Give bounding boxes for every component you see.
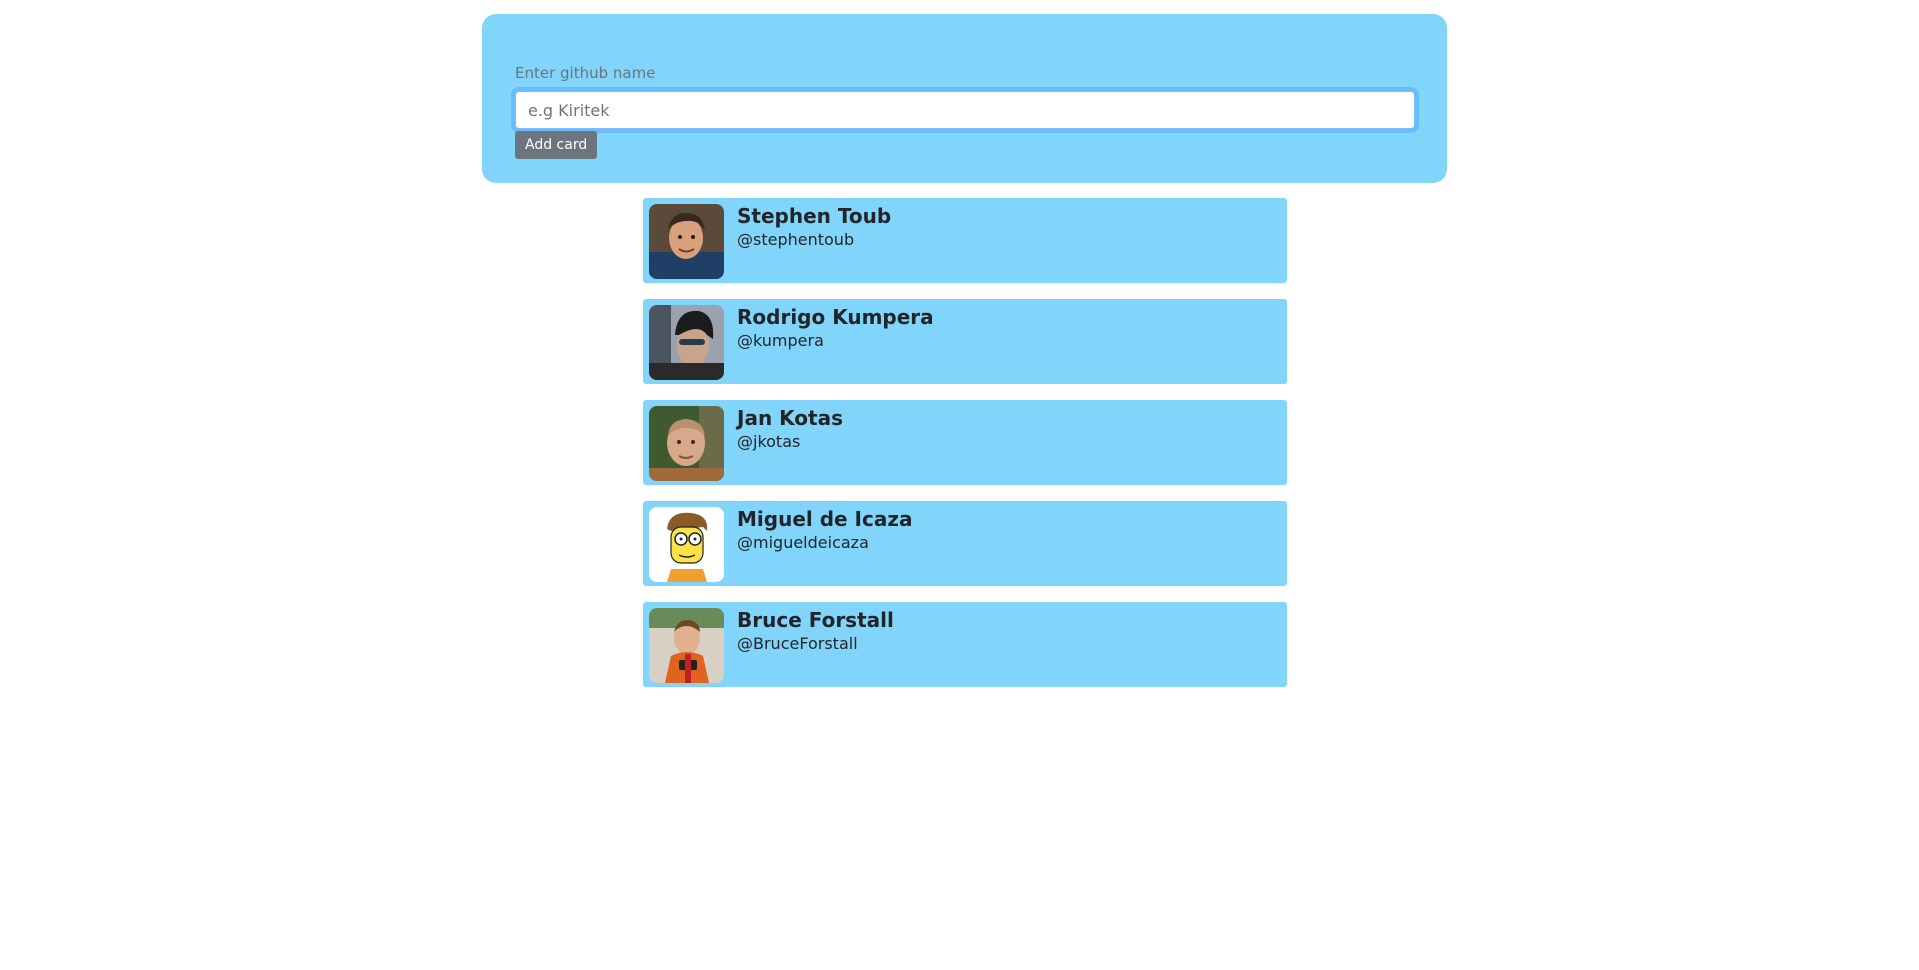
add-card-button[interactable]: Add card xyxy=(515,131,598,159)
profile-card: Jan Kotas @jkotas xyxy=(643,400,1287,485)
card-name: Miguel de Icaza xyxy=(737,507,913,531)
card-login: @kumpera xyxy=(737,331,824,350)
card-login: @migueldeicaza xyxy=(737,533,869,552)
card-info: Rodrigo Kumpera @kumpera xyxy=(737,303,934,352)
profile-card: Bruce Forstall @BruceForstall xyxy=(643,602,1287,687)
profile-card: Stephen Toub @stephentoub xyxy=(643,198,1287,283)
card-info: Jan Kotas @jkotas xyxy=(737,404,843,453)
add-card-form: Enter github name Add card xyxy=(482,14,1447,183)
card-name: Bruce Forstall xyxy=(737,608,894,632)
card-info: Miguel de Icaza @migueldeicaza xyxy=(737,505,912,554)
profile-card: Rodrigo Kumpera @kumpera xyxy=(643,299,1287,384)
profile-card: Miguel de Icaza @migueldeicaza xyxy=(643,501,1287,586)
github-name-label: Enter github name xyxy=(515,64,656,82)
card-login: @stephentoub xyxy=(737,230,855,249)
card-info: Bruce Forstall @BruceForstall xyxy=(737,606,894,655)
card-name: Stephen Toub xyxy=(737,204,892,228)
card-info: Stephen Toub @stephentoub xyxy=(737,202,891,251)
avatar xyxy=(649,608,724,683)
card-login: @jkotas xyxy=(737,432,801,451)
avatar xyxy=(649,406,724,481)
card-name: Rodrigo Kumpera xyxy=(737,305,934,329)
avatar xyxy=(649,507,724,582)
github-name-input[interactable] xyxy=(515,91,1415,129)
card-list: Stephen Toub @stephentoub Rodrigo Kumper… xyxy=(643,198,1287,703)
card-name: Jan Kotas xyxy=(737,406,843,430)
card-login: @BruceForstall xyxy=(737,634,858,653)
avatar xyxy=(649,305,724,380)
avatar xyxy=(649,204,724,279)
